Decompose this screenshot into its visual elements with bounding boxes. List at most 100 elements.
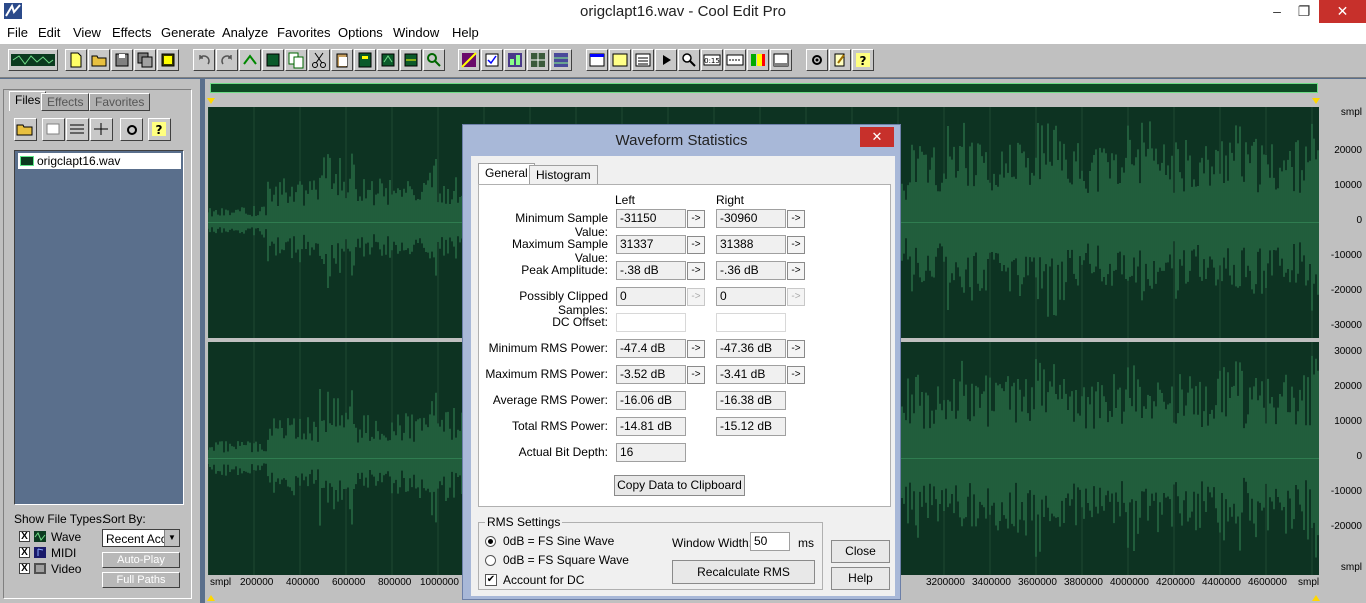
goto-left-button[interactable]: -> — [687, 366, 705, 384]
multitrack-toggle-icon[interactable] — [8, 49, 58, 71]
window-width-input[interactable]: 50 — [750, 532, 790, 551]
goto-right-button[interactable]: -> — [787, 210, 805, 228]
copy-new-icon[interactable] — [262, 49, 284, 71]
list-item[interactable]: origclapt16.wav — [18, 153, 181, 169]
tab-effects[interactable]: Effects — [41, 93, 90, 111]
paste-new-icon[interactable] — [354, 49, 376, 71]
save-all-icon[interactable] — [134, 49, 156, 71]
open-file-icon[interactable] — [88, 49, 110, 71]
track-view-icon[interactable] — [550, 49, 572, 71]
goto-left-button[interactable]: -> — [687, 210, 705, 228]
video-type-label: Video — [51, 562, 82, 576]
menu-file[interactable]: File — [7, 25, 28, 40]
insert-multitrack-icon[interactable] — [66, 118, 89, 141]
rms-settings-group: RMS Settings 0dB = FS Sine Wave 0dB = FS… — [478, 515, 823, 590]
edit-view-icon[interactable] — [458, 49, 480, 71]
redo-icon[interactable] — [216, 49, 238, 71]
menu-help[interactable]: Help — [452, 25, 479, 40]
check-icon[interactable] — [481, 49, 503, 71]
copy-data-button[interactable]: Copy Data to Clipboard — [614, 475, 745, 496]
goto-left-button[interactable]: -> — [687, 236, 705, 254]
tab-histogram[interactable]: Histogram — [529, 165, 598, 185]
info-panel-icon[interactable] — [609, 49, 631, 71]
save-selection-icon[interactable] — [157, 49, 179, 71]
menu-analyze[interactable]: Analyze — [222, 25, 268, 40]
help-button[interactable]: Help — [831, 567, 890, 590]
wave-type-checkbox[interactable]: X — [19, 531, 30, 542]
minimize-button[interactable]: – — [1262, 0, 1292, 23]
zoom-icon[interactable] — [678, 49, 700, 71]
ruler-tick-label: 1000000 — [420, 577, 459, 588]
recalculate-rms-button[interactable]: Recalculate RMS — [672, 560, 815, 584]
paste-icon[interactable] — [331, 49, 353, 71]
menu-edit[interactable]: Edit — [38, 25, 60, 40]
cue-list-icon[interactable] — [724, 49, 746, 71]
dialog-close-icon[interactable]: ✕ — [860, 127, 894, 147]
play-icon[interactable] — [655, 49, 677, 71]
organizer-settings-icon[interactable] — [120, 118, 143, 141]
stat-left-value — [616, 313, 686, 332]
right-marker-icon[interactable] — [1312, 98, 1320, 106]
zoom-selection-icon[interactable] — [423, 49, 445, 71]
copy-icon[interactable] — [285, 49, 307, 71]
file-list[interactable]: origclapt16.wav — [14, 150, 184, 505]
close-button[interactable]: Close — [831, 540, 890, 563]
tab-favorites[interactable]: Favorites — [89, 93, 151, 111]
spectral-view-icon[interactable] — [504, 49, 526, 71]
undo-icon[interactable] — [193, 49, 215, 71]
tab-general[interactable]: General — [478, 163, 535, 185]
sine-wave-radio[interactable] — [485, 536, 496, 547]
list-panel-icon[interactable] — [632, 49, 654, 71]
scale-label: 20000 — [1334, 145, 1362, 156]
goto-right-button[interactable]: -> — [787, 340, 805, 358]
goto-right-button[interactable]: -> — [787, 236, 805, 254]
goto-left-button[interactable]: -> — [687, 340, 705, 358]
scale-label: -10000 — [1330, 250, 1362, 261]
new-file-icon[interactable] — [65, 49, 87, 71]
open-folder-icon[interactable] — [14, 118, 37, 141]
sort-by-select[interactable]: Recent Acc ▼ — [102, 529, 180, 547]
auto-play-button[interactable]: Auto-Play — [102, 552, 180, 568]
menu-view[interactable]: View — [73, 25, 101, 40]
general-panel: Left Right Minimum Sample Value: -31150 … — [478, 184, 891, 507]
cut-icon[interactable] — [308, 49, 330, 71]
menu-effects[interactable]: Effects — [112, 25, 152, 40]
goto-right-button[interactable]: -> — [787, 366, 805, 384]
help-icon[interactable]: ? — [852, 49, 874, 71]
level-meter-icon[interactable] — [747, 49, 769, 71]
save-icon[interactable] — [111, 49, 133, 71]
right-bottom-marker-icon[interactable] — [1312, 593, 1320, 601]
script-icon[interactable] — [829, 49, 851, 71]
square-wave-radio[interactable] — [485, 555, 496, 566]
status-bar-icon[interactable] — [770, 49, 792, 71]
menu-window[interactable]: Window — [393, 25, 439, 40]
left-marker-icon[interactable] — [207, 98, 215, 106]
organizer-help-icon[interactable]: ? — [148, 118, 171, 141]
video-type-checkbox[interactable]: X — [19, 563, 30, 574]
time-display-icon[interactable]: 0:15 — [701, 49, 723, 71]
goto-left-button[interactable]: -> — [687, 262, 705, 280]
menu-options[interactable]: Options — [338, 25, 383, 40]
menu-generate[interactable]: Generate — [161, 25, 215, 40]
menu-favorites[interactable]: Favorites — [277, 25, 330, 40]
settings-icon[interactable] — [806, 49, 828, 71]
stat-label: Peak Amplitude: — [521, 263, 608, 277]
window-view-icon[interactable] — [586, 49, 608, 71]
repeat-icon[interactable] — [239, 49, 261, 71]
trim-icon[interactable] — [400, 49, 422, 71]
account-dc-checkbox[interactable]: ✔ — [485, 574, 497, 586]
chevron-down-icon[interactable]: ▼ — [164, 530, 179, 546]
left-bottom-marker-icon[interactable] — [207, 593, 215, 601]
goto-right-button[interactable]: -> — [787, 262, 805, 280]
edit-file-icon[interactable] — [90, 118, 113, 141]
grid-view-icon[interactable] — [527, 49, 549, 71]
waveform-overview-bar[interactable] — [210, 83, 1318, 93]
full-paths-button[interactable]: Full Paths — [102, 572, 180, 588]
goto-left-button[interactable]: -> — [687, 288, 705, 306]
goto-right-button[interactable]: -> — [787, 288, 805, 306]
close-window-button[interactable]: ✕ — [1319, 0, 1366, 23]
restore-button[interactable]: ❐ — [1289, 0, 1319, 23]
close-file-icon[interactable] — [42, 118, 65, 141]
mix-paste-icon[interactable] — [377, 49, 399, 71]
midi-type-checkbox[interactable]: X — [19, 547, 30, 558]
